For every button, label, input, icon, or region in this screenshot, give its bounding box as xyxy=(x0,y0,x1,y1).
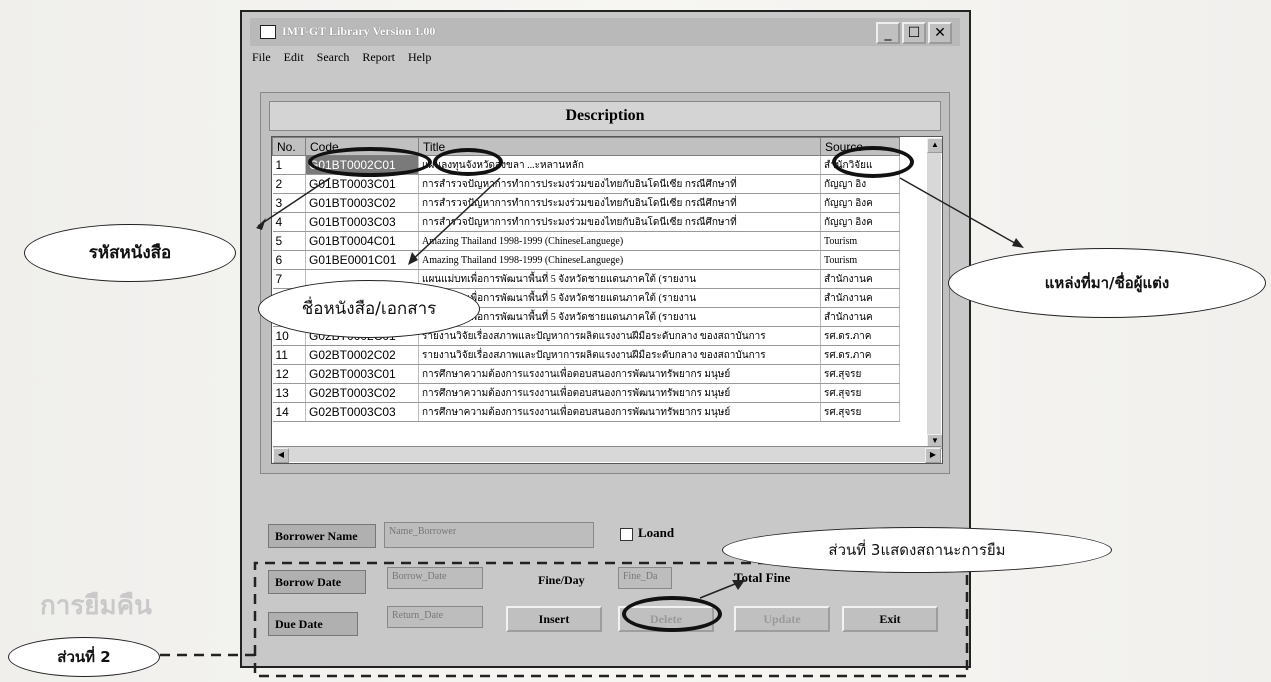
cell-source: รศ.สุจรย xyxy=(820,383,900,403)
table-row[interactable]: 5 G01BT0004C01 Amazing Thailand 1998-1999 … xyxy=(272,231,900,251)
borrow-date-label: Borrow Date xyxy=(268,570,366,594)
cell-source: รศ.สุจรย xyxy=(820,402,900,422)
cell-no: 2 xyxy=(272,174,306,194)
cell-code: G01BT0003C02 xyxy=(305,193,419,213)
description-header: Description xyxy=(269,101,941,131)
close-button[interactable]: ✕ xyxy=(928,22,952,44)
cell-title: แผนแม่บทเพื่อการพัฒนาพื้นที่ 5 จังหวัดชา… xyxy=(418,269,821,289)
scroll-up-icon[interactable]: ▲ xyxy=(927,138,942,153)
borrower-name-input[interactable]: Name_Borrower xyxy=(384,522,594,548)
cell-code: G01BT0004C01 xyxy=(305,231,419,251)
scroll-left-icon[interactable]: ◀ xyxy=(273,448,289,463)
cell-source: รศ.สุจรย xyxy=(820,364,900,384)
cell-title: การศึกษาความต้องการแรงงานเพื่อตอบสนองการ… xyxy=(418,383,821,403)
cell-title: การศึกษาความต้องการแรงงานเพื่อตอบสนองการ… xyxy=(418,364,821,384)
callout-book-code: รหัสหนังสือ xyxy=(24,224,236,282)
table-row[interactable]: 2 G01BT0003C01 การสำรวจปัญหาการทำการประมงร… xyxy=(272,174,900,194)
cell-source: Tourism xyxy=(820,231,900,251)
cell-no: 1 xyxy=(272,155,306,175)
maximize-button[interactable]: ☐ xyxy=(902,22,926,44)
insert-button[interactable]: Insert xyxy=(506,606,602,632)
cell-code: G01BT0003C01 xyxy=(305,174,419,194)
cell-no: 12 xyxy=(272,364,306,384)
column-header-no[interactable]: No. xyxy=(272,137,306,156)
total-fine-label: Total Fine xyxy=(734,570,791,585)
table-row[interactable]: 4 G01BT0003C03 การสำรวจปัญหาการทำการประมงร… xyxy=(272,212,900,232)
cell-title: รายงานวิจัยเรื่องสภาพและปัญหาการผลิตแรงง… xyxy=(418,326,821,346)
horizontal-scrollbar[interactable]: ◀ ▶ xyxy=(273,446,941,463)
cell-source: รศ.ดร.ภาค xyxy=(820,345,900,365)
cell-code: G02BT0002C02 xyxy=(305,345,419,365)
cell-source: กัญญา อิงค xyxy=(820,212,900,232)
cell-source: สำนักงานค xyxy=(820,307,900,327)
highlight-ring-title xyxy=(433,148,503,176)
cell-source: รศ.ดร.ภาค xyxy=(820,326,900,346)
cell-title: การสำรวจปัญหาการทำการประมงร่วมของไทยกับอ… xyxy=(418,174,821,194)
cell-source: กัญญา อิง xyxy=(820,174,900,194)
callout-book-title: ชื่อหนังสือ/เอกสาร xyxy=(258,280,480,338)
cell-title: Amazing Thailand 1998-1999 (ChineseLangu… xyxy=(418,231,821,251)
table-row[interactable]: 14 G02BT0003C03 การศึกษาความต้องการแรงงานเ… xyxy=(272,402,900,422)
menu-search[interactable]: Search xyxy=(317,50,350,64)
table-row[interactable]: 11 G02BT0002C02 รายงานวิจัยเรื่องสภาพและปั… xyxy=(272,345,900,365)
cell-source: กัญญา อิงค xyxy=(820,193,900,213)
cell-title: การสำรวจปัญหาการทำการประมงร่วมของไทยกับอ… xyxy=(418,212,821,232)
vertical-scrollbar[interactable]: ▲ ▼ xyxy=(927,138,942,449)
cell-no: 11 xyxy=(272,345,306,365)
cell-code: G01BT0003C03 xyxy=(305,212,419,232)
highlight-ring-code xyxy=(308,147,432,177)
cell-code: G02BT0003C01 xyxy=(305,364,419,384)
cell-title: การศึกษาความต้องการแรงงานเพื่อตอบสนองการ… xyxy=(418,402,821,422)
loaned-label: Loand xyxy=(638,525,675,540)
fine-per-day-input[interactable]: Fine_Da xyxy=(618,567,672,589)
table-row[interactable]: 3 G01BT0003C02 การสำรวจปัญหาการทำการประมงร… xyxy=(272,193,900,213)
cell-source: สำนักงานค xyxy=(820,269,900,289)
callout-source-author: แหล่งที่มา/ชื่อผู้แต่ง xyxy=(948,248,1266,318)
table-row[interactable]: 12 G02BT0003C01 การศึกษาความต้องการแรงงานเ… xyxy=(272,364,900,384)
cell-code: G02BT0003C03 xyxy=(305,402,419,422)
cell-no: 5 xyxy=(272,231,306,251)
borrower-name-label: Borrower Name xyxy=(268,524,376,548)
table-row[interactable]: 6 G01BE0001C01 Amazing Thailand 1998-1999 … xyxy=(272,250,900,270)
menu-report[interactable]: Report xyxy=(362,50,395,64)
due-date-input[interactable]: Return_Date xyxy=(387,606,483,628)
cell-title: รายงานวิจัยเรื่องสภาพและปัญหาการผลิตแรงง… xyxy=(418,345,821,365)
window-title: IMT-GT Library Version 1.00 xyxy=(282,24,436,38)
borrow-date-input[interactable]: Borrow_Date xyxy=(387,567,483,589)
exit-button[interactable]: Exit xyxy=(842,606,938,632)
menu-help[interactable]: Help xyxy=(408,50,431,64)
cell-no: 6 xyxy=(272,250,306,270)
menu-edit[interactable]: Edit xyxy=(284,50,304,64)
app-icon xyxy=(260,25,276,39)
cell-title: การสำรวจปัญหาการทำการประมงร่วมของไทยกับอ… xyxy=(418,193,821,213)
cell-source: สำนักงานค xyxy=(820,288,900,308)
callout-part3-borrow-status: ส่วนที่ 3แสดงสถานะการยืม xyxy=(722,527,1112,573)
cell-no: 3 xyxy=(272,193,306,213)
callout-part2: ส่วนที่ 2 xyxy=(8,637,160,677)
cell-no: 13 xyxy=(272,383,306,403)
minimize-button[interactable]: _ xyxy=(876,22,900,44)
cell-code: G02BT0003C02 xyxy=(305,383,419,403)
menu-file[interactable]: File xyxy=(252,50,271,64)
menu-bar: File Edit Search Report Help xyxy=(252,50,441,68)
background-faded-text: การยืมคืน xyxy=(40,591,152,621)
cell-no: 14 xyxy=(272,402,306,422)
update-button[interactable]: Update xyxy=(734,606,830,632)
due-date-label: Due Date xyxy=(268,612,358,636)
cell-title: Amazing Thailand 1998-1999 (ChineseLangu… xyxy=(418,250,821,270)
highlight-ring-delete xyxy=(622,596,722,632)
table-row[interactable]: 13 G02BT0003C02 การศึกษาความต้องการแรงงานเ… xyxy=(272,383,900,403)
highlight-ring-source xyxy=(832,146,914,178)
loaned-checkbox[interactable] xyxy=(620,528,633,541)
cell-no: 4 xyxy=(272,212,306,232)
title-bar[interactable]: IMT-GT Library Version 1.00 _ ☐ ✕ xyxy=(250,18,960,46)
scroll-right-icon[interactable]: ▶ xyxy=(925,448,941,463)
fine-per-day-label: Fine/Day xyxy=(532,569,612,593)
cell-source: Tourism xyxy=(820,250,900,270)
cell-code: G01BE0001C01 xyxy=(305,250,419,270)
